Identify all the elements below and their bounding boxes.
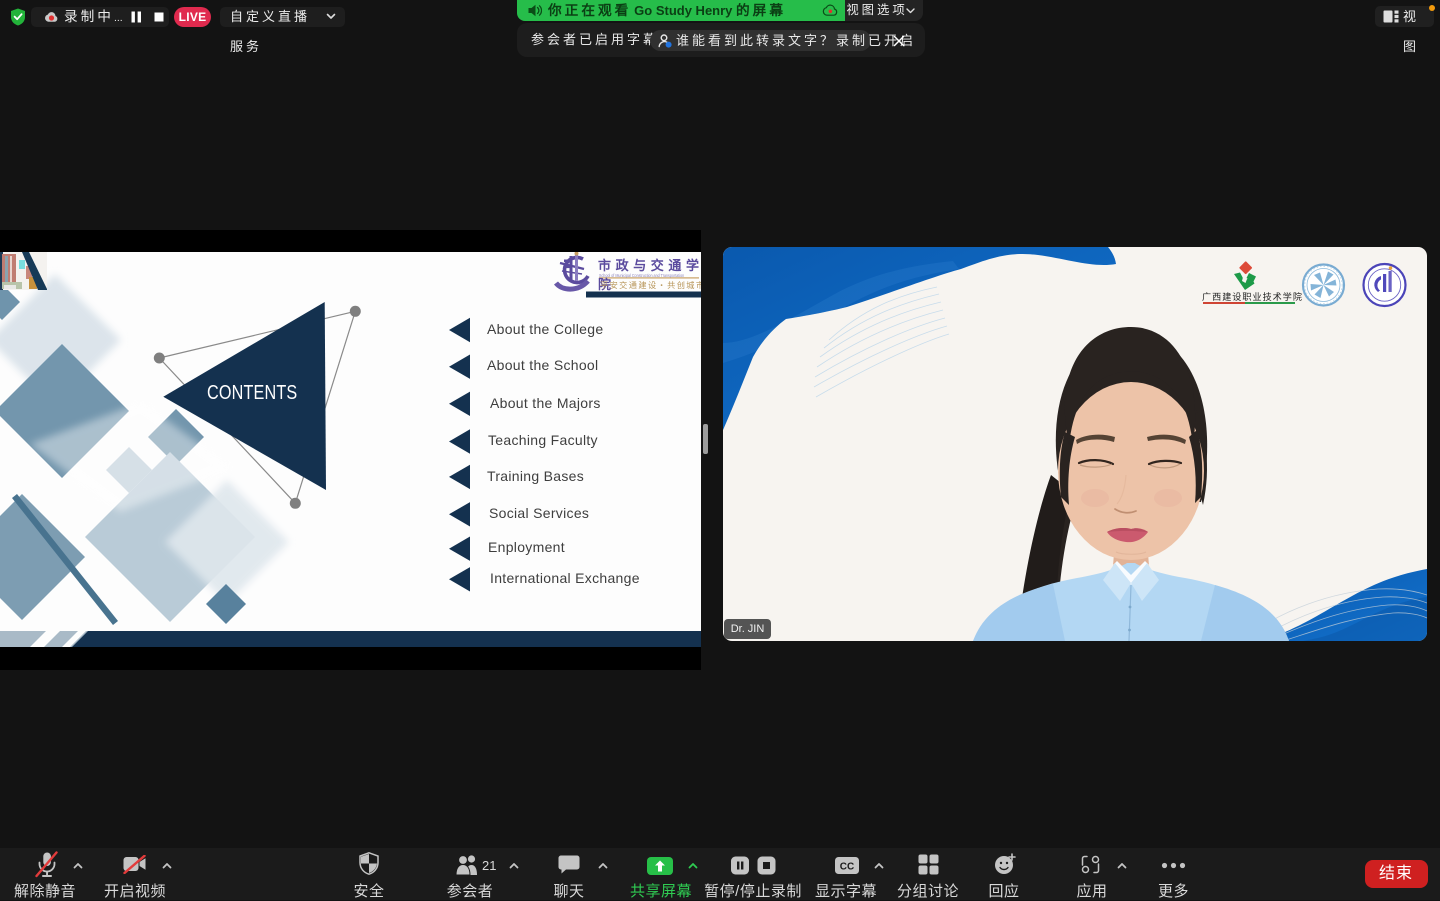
svg-text:CC: CC [839,862,853,873]
